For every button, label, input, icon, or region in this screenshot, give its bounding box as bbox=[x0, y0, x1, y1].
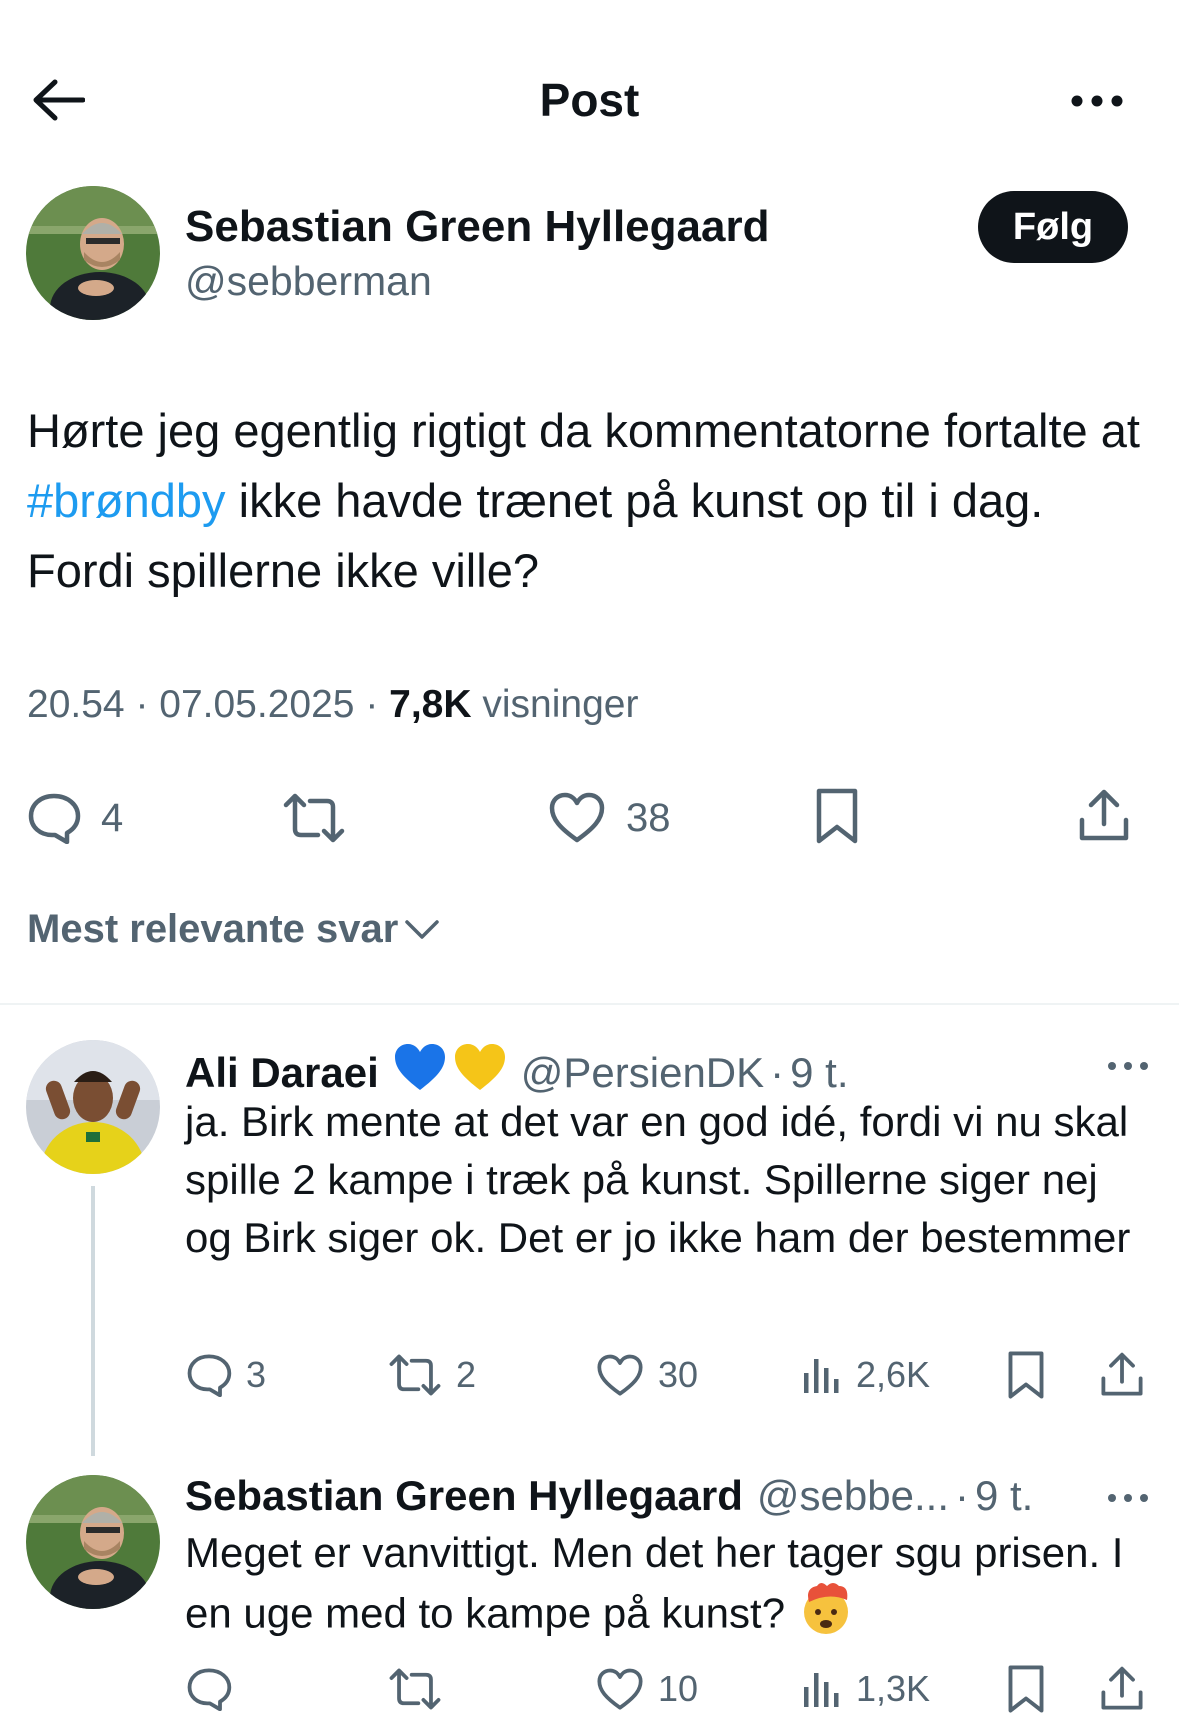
reply-reply-button[interactable] bbox=[186, 1664, 232, 1714]
reply-reply-count: 3 bbox=[246, 1354, 267, 1395]
like-count: 38 bbox=[626, 795, 671, 840]
meta-separator: · bbox=[135, 683, 160, 726]
thread-line bbox=[91, 1186, 95, 1456]
reply-retweet-count: 2 bbox=[456, 1354, 477, 1395]
share-button[interactable] bbox=[1078, 784, 1130, 848]
more-horizontal-icon bbox=[1108, 1494, 1148, 1502]
reply-like-count: 30 bbox=[658, 1354, 699, 1395]
reply-more-button[interactable] bbox=[1098, 1046, 1158, 1086]
post-meta: 20.54 · 07.05.2025 · 7,8K visninger bbox=[27, 680, 638, 730]
reply-time[interactable]: 9 t. bbox=[790, 1047, 848, 1099]
reply-dot: · bbox=[954, 1472, 969, 1519]
more-options-button[interactable] bbox=[1062, 78, 1132, 124]
reply-more-button[interactable] bbox=[1098, 1478, 1158, 1518]
bookmark-icon bbox=[1008, 1351, 1044, 1399]
retweet-icon bbox=[283, 793, 345, 843]
arrow-left-icon bbox=[33, 79, 85, 121]
reply-count: 4 bbox=[101, 795, 124, 840]
author-handle[interactable]: @sebberman bbox=[185, 256, 432, 306]
back-button[interactable] bbox=[26, 72, 90, 128]
chevron-down-icon bbox=[405, 920, 440, 939]
views-count: 7,8K bbox=[389, 683, 472, 726]
avatar-image bbox=[26, 1040, 160, 1174]
bookmark-icon bbox=[816, 788, 858, 844]
follow-button[interactable]: Følg bbox=[978, 191, 1128, 263]
reply-like-count: 10 bbox=[658, 1668, 699, 1709]
reply-views-button[interactable]: 1,3K bbox=[802, 1664, 930, 1714]
reply-views-count: 1,3K bbox=[856, 1668, 931, 1709]
post-time[interactable]: 20.54 bbox=[27, 683, 125, 726]
reply-dot: · bbox=[770, 1049, 785, 1096]
sort-replies-dropdown[interactable]: Mest relevante svar bbox=[27, 904, 440, 954]
avatar-image bbox=[26, 186, 160, 320]
reply-icon bbox=[28, 793, 81, 844]
reply-views-count: 2,6K bbox=[856, 1354, 931, 1395]
reply-like-button[interactable]: 30 bbox=[596, 1350, 698, 1400]
reply-reply-button[interactable]: 3 bbox=[186, 1350, 266, 1400]
views-label: visninger bbox=[482, 683, 639, 726]
more-horizontal-icon bbox=[1071, 95, 1123, 107]
analytics-icon bbox=[804, 1673, 839, 1707]
share-icon bbox=[1101, 1666, 1143, 1710]
reply-views-button[interactable]: 2,6K bbox=[802, 1350, 930, 1400]
post-date[interactable]: 07.05.2025 bbox=[159, 683, 354, 726]
sort-label: Mest relevante svar bbox=[27, 907, 399, 951]
retweet-button[interactable] bbox=[282, 788, 346, 848]
post-text: Hørte jeg egentlig rigtigt da kommentato… bbox=[27, 396, 1157, 606]
analytics-icon bbox=[804, 1359, 839, 1393]
share-icon bbox=[1079, 789, 1129, 841]
bookmark-button[interactable] bbox=[814, 784, 860, 848]
heart-icon bbox=[549, 792, 605, 843]
reply-icon bbox=[187, 1668, 232, 1711]
reply-bookmark-button[interactable] bbox=[1006, 1662, 1046, 1716]
reply-avatar[interactable] bbox=[26, 1040, 160, 1174]
retweet-icon bbox=[389, 1668, 441, 1710]
heart-icon bbox=[597, 1668, 643, 1710]
author-avatar[interactable] bbox=[26, 186, 160, 320]
reply-text-content: Meget er vanvittigt. Men det her tager s… bbox=[185, 1529, 1124, 1637]
reply-text: ja. Birk mente at det var en god idé, fo… bbox=[185, 1098, 1131, 1261]
reply-author-handle[interactable]: @PersienDK bbox=[521, 1047, 764, 1099]
post-text-part1: Hørte jeg egentlig rigtigt da kommentato… bbox=[27, 404, 1140, 457]
hashtag-link[interactable]: #brøndby bbox=[27, 474, 226, 527]
reply-time[interactable]: 9 t. bbox=[975, 1470, 1033, 1522]
reply-avatar[interactable] bbox=[26, 1475, 160, 1609]
reply-retweet-button[interactable] bbox=[388, 1664, 442, 1714]
reply-button[interactable]: 4 bbox=[27, 788, 123, 848]
reply-share-button[interactable] bbox=[1100, 1662, 1144, 1716]
heart-icon bbox=[597, 1354, 643, 1396]
divider bbox=[0, 1003, 1179, 1005]
reply-icon bbox=[187, 1354, 232, 1397]
retweet-icon bbox=[389, 1354, 441, 1396]
page-title: Post bbox=[539, 74, 640, 126]
exploding-head-icon bbox=[799, 1582, 853, 1651]
reply-author-name[interactable]: Sebastian Green Hyllegaard bbox=[185, 1470, 743, 1522]
reply-bookmark-button[interactable] bbox=[1006, 1348, 1046, 1402]
author-name[interactable]: Sebastian Green Hyllegaard bbox=[185, 200, 769, 254]
reply-retweet-button[interactable]: 2 bbox=[388, 1350, 476, 1400]
share-icon bbox=[1101, 1352, 1143, 1396]
bookmark-icon bbox=[1008, 1665, 1044, 1713]
reply-like-button[interactable]: 10 bbox=[596, 1664, 698, 1714]
like-button[interactable]: 38 bbox=[548, 788, 671, 848]
more-horizontal-icon bbox=[1108, 1062, 1148, 1070]
avatar-image bbox=[26, 1475, 160, 1609]
reply-header: Sebastian Green Hyllegaard @sebbe... · 9… bbox=[185, 1470, 1033, 1522]
reply-author-name[interactable]: Ali Daraei bbox=[185, 1047, 379, 1099]
meta-separator: · bbox=[365, 683, 390, 726]
reply-author-handle[interactable]: @sebbe... bbox=[757, 1470, 949, 1522]
reply-text: Meget er vanvittigt. Men det her tager s… bbox=[185, 1524, 1145, 1651]
reply-share-button[interactable] bbox=[1100, 1348, 1144, 1402]
